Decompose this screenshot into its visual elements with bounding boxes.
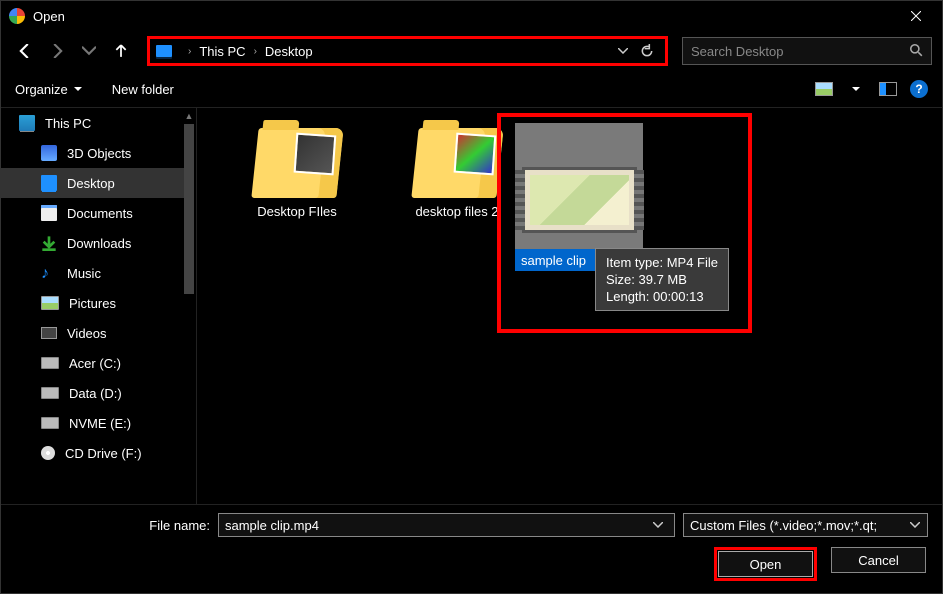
download-icon — [41, 235, 57, 251]
folder-item-desktop-files[interactable]: Desktop FIles — [237, 128, 357, 219]
music-icon: ♪ — [41, 265, 57, 281]
title-bar: Open — [1, 1, 942, 31]
up-button[interactable] — [107, 37, 135, 65]
tooltip-length: Length: 00:00:13 — [606, 289, 718, 304]
chrome-icon — [9, 8, 25, 24]
open-button[interactable]: Open — [718, 551, 813, 577]
tooltip-size: Size: 39.7 MB — [606, 272, 718, 287]
pc-icon — [19, 115, 35, 131]
navigation-sidebar: This PC 3D Objects Desktop Documents Dow… — [1, 108, 197, 504]
refresh-button[interactable] — [635, 39, 659, 63]
view-dropdown[interactable] — [844, 77, 868, 101]
sidebar-scrollbar[interactable]: ▲ — [182, 108, 196, 504]
help-button[interactable]: ? — [900, 80, 928, 98]
search-input[interactable]: Search Desktop — [682, 37, 932, 65]
video-thumbnail-icon — [522, 167, 637, 233]
search-icon — [909, 43, 923, 60]
sidebar-item-cd-f[interactable]: CD Drive (F:) — [1, 438, 191, 468]
dialog-footer: File name: sample clip.mp4 Custom Files … — [1, 505, 942, 593]
view-mode-button[interactable] — [812, 77, 836, 101]
hdd-icon — [41, 357, 59, 369]
hdd-icon — [41, 387, 59, 399]
file-content-pane[interactable]: Desktop FIles desktop files 2 sample cli… — [197, 108, 942, 504]
recent-dropdown[interactable] — [75, 37, 103, 65]
new-folder-button[interactable]: New folder — [112, 82, 174, 97]
sidebar-item-downloads[interactable]: Downloads — [1, 228, 191, 258]
filename-label: File name: — [15, 518, 210, 533]
hdd-icon — [41, 417, 59, 429]
organize-menu[interactable]: Organize — [15, 82, 82, 97]
chevron-icon: › — [254, 46, 257, 57]
tooltip-type: Item type: MP4 File — [606, 255, 718, 270]
chevron-icon: › — [188, 46, 191, 57]
close-button[interactable] — [893, 1, 938, 31]
address-dropdown[interactable] — [611, 39, 635, 63]
document-icon — [41, 205, 57, 221]
forward-button[interactable] — [43, 37, 71, 65]
window-title: Open — [33, 9, 893, 24]
sidebar-item-data-d[interactable]: Data (D:) — [1, 378, 191, 408]
search-placeholder: Search Desktop — [691, 44, 909, 59]
cube-icon — [41, 145, 57, 161]
dialog-body: This PC 3D Objects Desktop Documents Dow… — [1, 107, 942, 505]
desktop-icon — [41, 175, 57, 191]
scroll-up-icon[interactable]: ▲ — [182, 108, 196, 124]
cd-icon — [41, 446, 55, 460]
folder-icon — [251, 128, 343, 198]
sidebar-item-desktop[interactable]: Desktop — [1, 168, 191, 198]
breadcrumb-root[interactable]: This PC — [199, 44, 245, 59]
open-dialog-window: Open › This PC › Desktop Search Desktop … — [0, 0, 943, 594]
sidebar-item-music[interactable]: ♪ Music — [1, 258, 191, 288]
toolbar: Organize New folder ? — [1, 71, 942, 107]
scrollbar-thumb[interactable] — [184, 124, 194, 294]
back-button[interactable] — [11, 37, 39, 65]
filename-input[interactable]: sample clip.mp4 — [218, 513, 675, 537]
navigation-row: › This PC › Desktop Search Desktop — [1, 31, 942, 71]
cancel-button[interactable]: Cancel — [831, 547, 926, 573]
sidebar-item-3d-objects[interactable]: 3D Objects — [1, 138, 191, 168]
filetype-dropdown-icon — [905, 522, 925, 528]
sidebar-item-this-pc[interactable]: This PC — [1, 108, 191, 138]
sidebar-item-videos[interactable]: Videos — [1, 318, 191, 348]
pictures-icon — [41, 296, 59, 310]
sidebar-item-nvme-e[interactable]: NVME (E:) — [1, 408, 191, 438]
folder-icon — [411, 128, 503, 198]
pc-icon — [156, 45, 172, 57]
filetype-select[interactable]: Custom Files (*.video;*.mov;*.qt; — [683, 513, 928, 537]
file-tooltip: Item type: MP4 File Size: 39.7 MB Length… — [595, 248, 729, 311]
sidebar-item-pictures[interactable]: Pictures — [1, 288, 191, 318]
sidebar-item-acer-c[interactable]: Acer (C:) — [1, 348, 191, 378]
breadcrumb-folder[interactable]: Desktop — [265, 44, 313, 59]
filename-dropdown[interactable] — [648, 522, 668, 528]
address-bar[interactable]: › This PC › Desktop — [147, 36, 668, 66]
highlight-annotation: Open — [714, 547, 817, 581]
sidebar-item-documents[interactable]: Documents — [1, 198, 191, 228]
preview-pane-button[interactable] — [876, 77, 900, 101]
videos-icon — [41, 327, 57, 339]
